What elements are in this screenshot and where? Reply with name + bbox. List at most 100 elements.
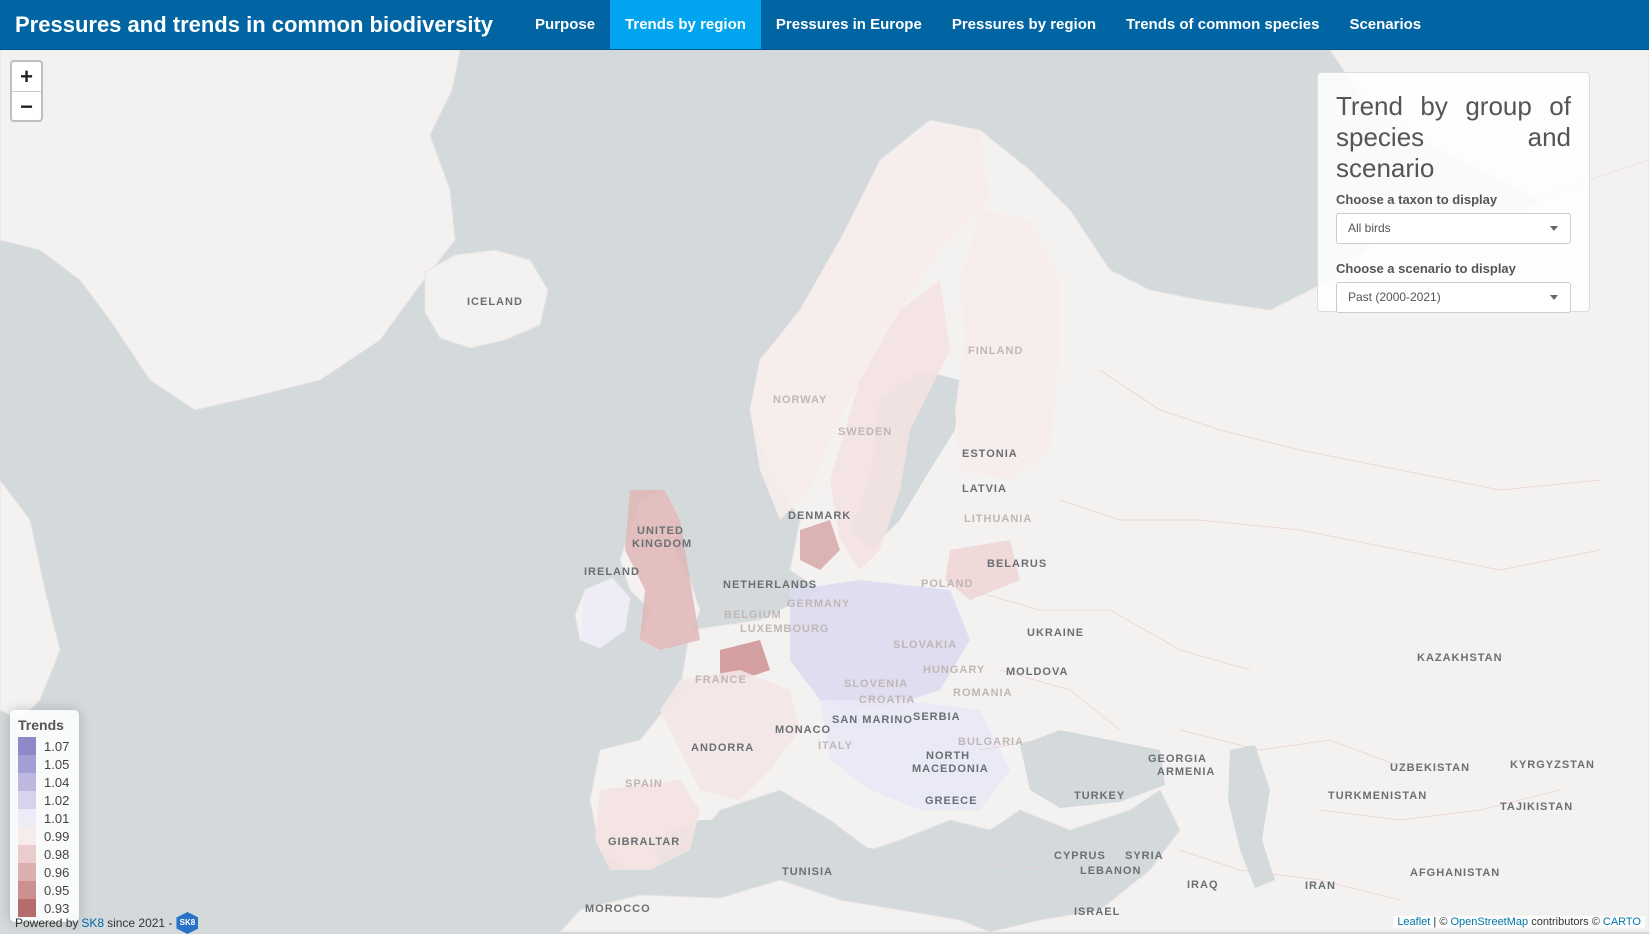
label-georgia: GEORGIA	[1148, 753, 1207, 765]
taxon-select[interactable]: All birds	[1336, 213, 1571, 244]
label-gibraltar: GIBRALTAR	[608, 836, 681, 848]
legend-row: 1.04	[18, 773, 71, 791]
label-hungary: HUNGARY	[923, 664, 986, 676]
label-belgium: BELGIUM	[724, 609, 782, 621]
legend-value: 1.02	[44, 792, 70, 808]
legend-swatch	[18, 791, 36, 809]
legend-row: 0.96	[18, 863, 71, 881]
label-poland: POLAND	[921, 578, 974, 590]
taxon-label: Choose a taxon to display	[1336, 192, 1498, 207]
chevron-down-icon	[1550, 295, 1558, 300]
chevron-down-icon	[1550, 226, 1558, 231]
legend-swatch	[18, 881, 36, 899]
label-iceland: ICELAND	[467, 296, 523, 308]
legend-value: 1.05	[44, 756, 70, 772]
label-uzbekistan: UZBEKISTAN	[1390, 762, 1471, 774]
attribution-contributors: contributors ©	[1528, 916, 1603, 928]
label-moldova: MOLDOVA	[1006, 666, 1069, 678]
legend-value: 0.99	[44, 828, 70, 844]
label-north: NORTH	[926, 750, 971, 762]
label-croatia: CROATIA	[859, 694, 916, 706]
scenario-label: Choose a scenario to display	[1336, 261, 1516, 276]
legend-value: 1.01	[44, 810, 70, 826]
nav-pressures-in-europe[interactable]: Pressures in Europe	[761, 0, 937, 49]
label-sweden: SWEDEN	[838, 426, 893, 438]
label-slovenia: SLOVENIA	[844, 678, 909, 690]
nav-trends-of-common-species[interactable]: Trends of common species	[1111, 0, 1334, 49]
map-attribution: Leaflet | © OpenStreetMap contributors ©…	[1393, 916, 1645, 928]
label-kingdom: KINGDOM	[632, 538, 693, 550]
powered-by: Powered by SK8 since 2021 - SK8	[15, 912, 199, 934]
legend-value: 1.04	[44, 774, 70, 790]
legend-swatch	[18, 845, 36, 863]
legend-row: 1.01	[18, 809, 71, 827]
label-andorra: ANDORRA	[691, 742, 755, 754]
label-turkey: TURKEY	[1074, 790, 1126, 802]
label-latvia: LATVIA	[962, 483, 1007, 495]
sk8-link[interactable]: SK8	[81, 916, 104, 930]
label-united: UNITED	[637, 525, 684, 537]
legend-row: 1.02	[18, 791, 71, 809]
nav-scenarios[interactable]: Scenarios	[1334, 0, 1436, 49]
label-germany: GERMANY	[787, 598, 851, 610]
carto-link[interactable]: CARTO	[1603, 916, 1641, 928]
label-ireland: IRELAND	[584, 566, 640, 578]
nav-menu: Purpose Trends by region Pressures in Eu…	[520, 0, 1436, 49]
legend-value: 0.95	[44, 882, 70, 898]
label-syria: SYRIA	[1125, 850, 1164, 862]
navbar: Pressures and trends in common biodivers…	[0, 0, 1649, 50]
label-tajikistan: TAJIKISTAN	[1500, 801, 1574, 813]
label-morocco: MOROCCO	[585, 903, 651, 915]
zoom-out-button[interactable]: −	[12, 91, 41, 120]
label-romania: ROMANIA	[953, 687, 1013, 699]
powered-suffix: since 2021 -	[107, 916, 173, 930]
nav-trends-by-region[interactable]: Trends by region	[610, 0, 761, 49]
control-panel: Trend by group of species and scenario C…	[1317, 72, 1590, 313]
nav-pressures-by-region[interactable]: Pressures by region	[937, 0, 1111, 49]
label-serbia: SERBIA	[913, 711, 961, 723]
west-landmass	[0, 479, 61, 721]
leaflet-link[interactable]: Leaflet	[1397, 916, 1430, 928]
attribution-separator: | ©	[1430, 916, 1451, 928]
label-cyprus: CYPRUS	[1054, 850, 1106, 862]
label-san-marino: SAN MARINO	[832, 714, 913, 726]
scenario-select-value: Past (2000-2021)	[1348, 290, 1441, 304]
legend-value: 1.07	[44, 738, 70, 754]
legend-row: 0.98	[18, 845, 71, 863]
label-israel: ISRAEL	[1074, 906, 1121, 918]
label-monaco: MONACO	[775, 724, 832, 736]
label-netherlands: NETHERLANDS	[723, 579, 818, 591]
label-armenia: ARMENIA	[1157, 766, 1216, 778]
label-kyrgyzstan: KYRGYZSTAN	[1510, 759, 1595, 771]
trends-legend: Trends 1.07 1.05 1.04 1.02 1.01 0.99 0.98 0.96 0…	[10, 710, 79, 922]
nav-purpose[interactable]: Purpose	[520, 0, 610, 49]
label-tunisia: TUNISIA	[782, 866, 833, 878]
label-denmark: DENMARK	[788, 510, 852, 522]
label-estonia: ESTONIA	[962, 448, 1018, 460]
legend-row: 1.05	[18, 755, 71, 773]
label-france: FRANCE	[695, 674, 747, 686]
zoom-in-button[interactable]: +	[12, 62, 41, 91]
scenario-select[interactable]: Past (2000-2021)	[1336, 282, 1571, 313]
label-slovakia: SLOVAKIA	[893, 639, 958, 651]
osm-link[interactable]: OpenStreetMap	[1450, 916, 1528, 928]
label-iraq: IRAQ	[1187, 879, 1219, 891]
legend-swatch	[18, 809, 36, 827]
zoom-control: + −	[10, 60, 43, 122]
legend-title: Trends	[18, 717, 64, 733]
label-iran: IRAN	[1305, 880, 1336, 892]
label-kazakhstan: KAZAKHSTAN	[1417, 652, 1503, 664]
legend-value: 0.96	[44, 864, 70, 880]
label-turkmenistan: TURKMENISTAN	[1328, 790, 1428, 802]
legend-swatch	[18, 755, 36, 773]
taxon-select-value: All birds	[1348, 221, 1391, 235]
label-spain: SPAIN	[625, 778, 663, 790]
label-bulgaria: BULGARIA	[958, 736, 1025, 748]
app-title[interactable]: Pressures and trends in common biodivers…	[0, 0, 508, 49]
label-afghanistan: AFGHANISTAN	[1410, 867, 1501, 879]
label-greece: GREECE	[925, 795, 978, 807]
legend-swatch	[18, 737, 36, 755]
sk8-logo-icon[interactable]: SK8	[176, 912, 199, 934]
label-italy: ITALY	[818, 740, 853, 752]
label-macedonia: MACEDONIA	[912, 763, 989, 775]
